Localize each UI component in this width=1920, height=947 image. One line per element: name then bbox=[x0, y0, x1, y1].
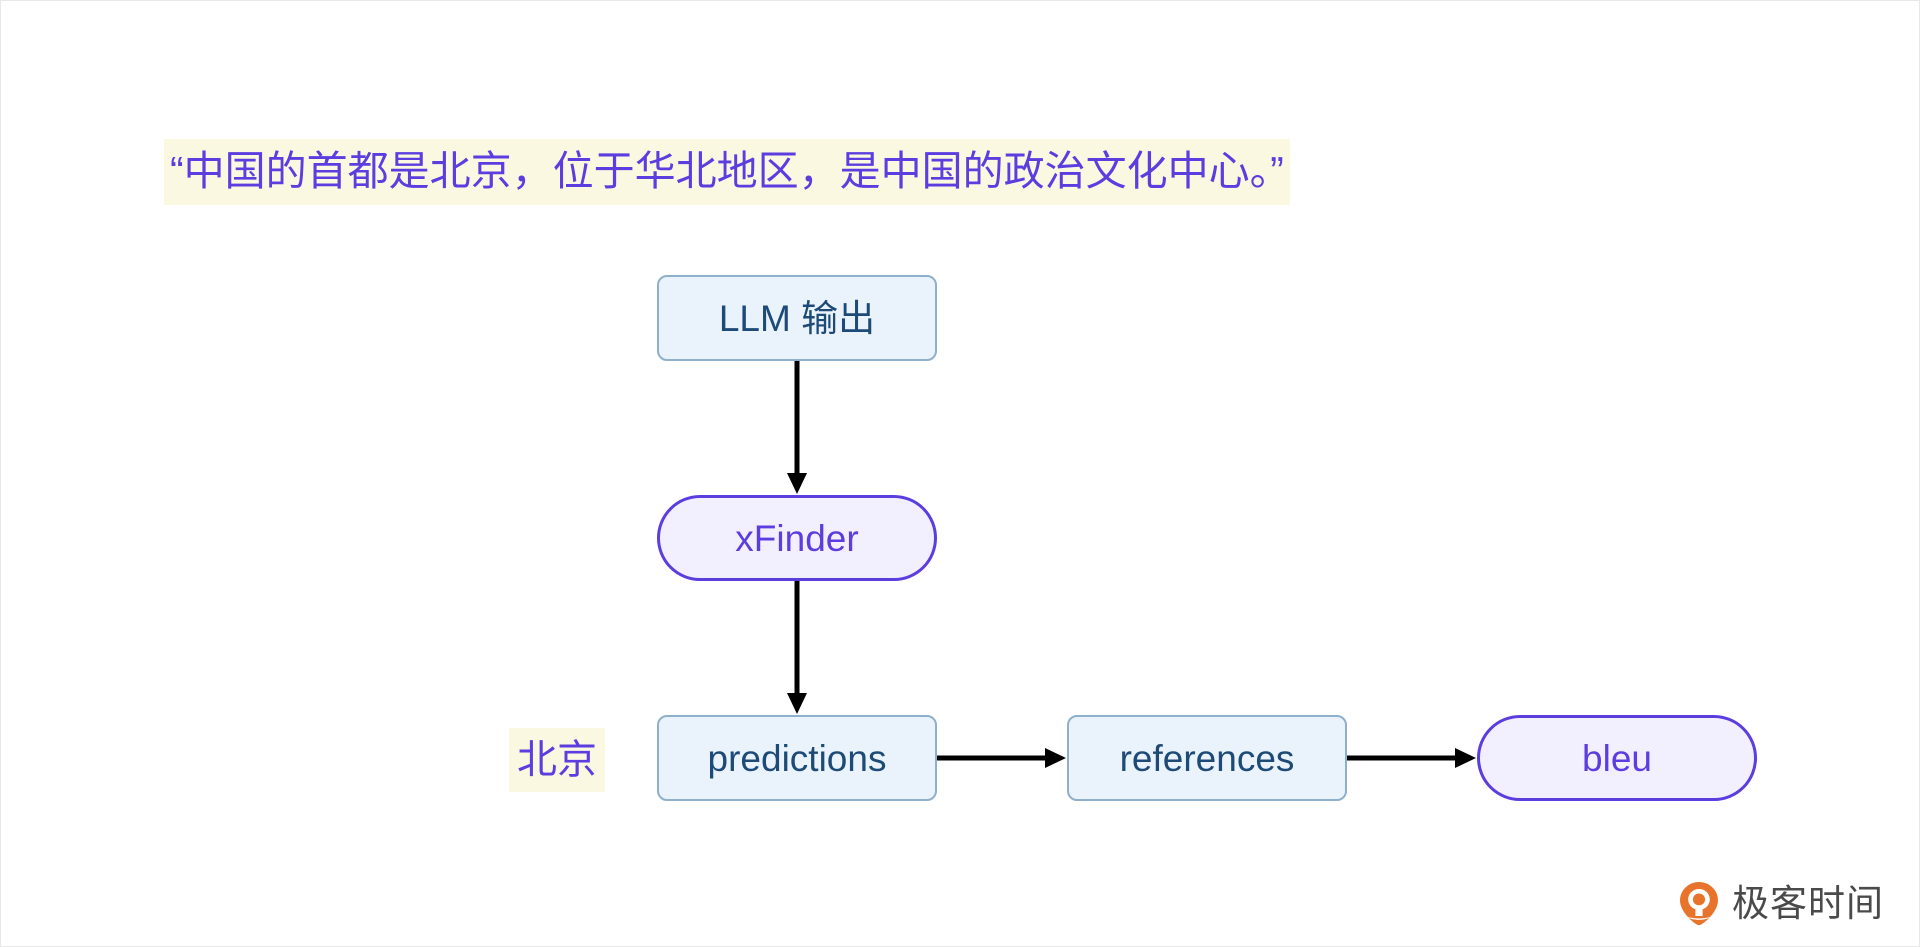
node-bleu-label: bleu bbox=[1582, 737, 1652, 779]
node-llm-output-label: LLM 输出 bbox=[718, 297, 876, 339]
arrow-xfinder-to-predictions bbox=[787, 581, 807, 714]
watermark-brand-text: 极客时间 bbox=[1732, 882, 1884, 924]
node-bleu[interactable]: bleu bbox=[1477, 715, 1757, 801]
node-references[interactable]: references bbox=[1067, 715, 1347, 801]
annotation-beijing-token: 北京 bbox=[509, 728, 605, 792]
watermark: 极客时间 bbox=[1676, 880, 1884, 926]
location-pin-icon bbox=[1680, 882, 1718, 926]
arrow-llm-output-to-xfinder bbox=[787, 361, 807, 494]
node-predictions-label: predictions bbox=[707, 737, 887, 779]
node-predictions[interactable]: predictions bbox=[657, 715, 937, 801]
arrow-predictions-to-references bbox=[937, 748, 1066, 768]
node-llm-output[interactable]: LLM 输出 bbox=[657, 275, 937, 361]
diagram-canvas: “中国的首都是北京，位于华北地区，是中国的政治文化中心。” LLM 输出 xFi… bbox=[0, 0, 1920, 947]
node-xfinder-label: xFinder bbox=[735, 517, 859, 559]
quote-line: “中国的首都是北京，位于华北地区，是中国的政治文化中心。” bbox=[164, 139, 1290, 205]
arrow-references-to-bleu bbox=[1347, 748, 1476, 768]
node-references-label: references bbox=[1119, 737, 1295, 779]
node-xfinder[interactable]: xFinder bbox=[657, 495, 937, 581]
quote-text: “中国的首都是北京，位于华北地区，是中国的政治文化中心。” bbox=[164, 139, 1290, 205]
